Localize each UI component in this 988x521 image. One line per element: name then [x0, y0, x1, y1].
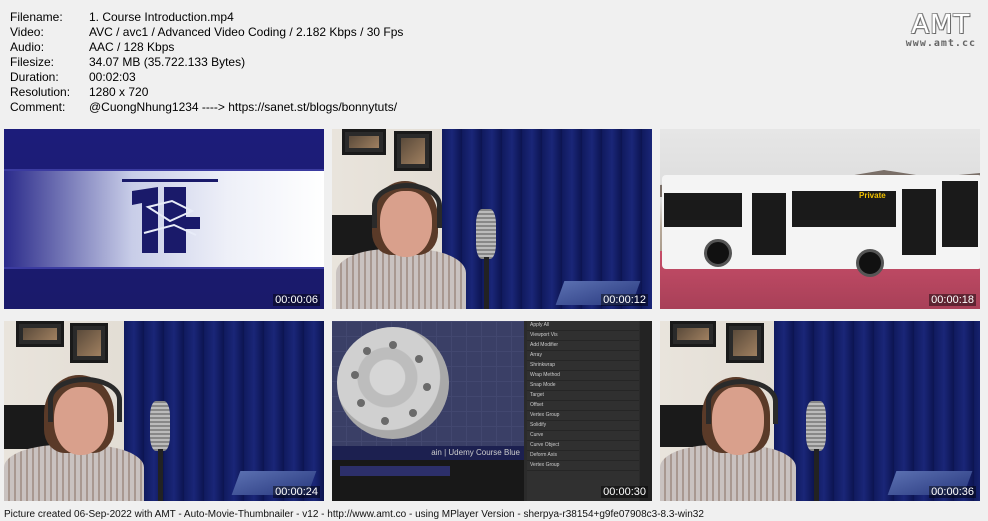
- mic-stand: [814, 449, 819, 501]
- info-key: Filename:: [10, 10, 63, 24]
- headphones: [372, 183, 442, 228]
- mic-stand: [158, 449, 163, 501]
- intro-logo-icon: [122, 179, 218, 253]
- footer-credit: Picture created 06-Sep-2022 with AMT - A…: [4, 509, 704, 520]
- properties-tabs[interactable]: [640, 321, 652, 501]
- modifier-row[interactable]: Add Modifier: [527, 341, 639, 351]
- modifier-row[interactable]: Wrap Method: [527, 371, 639, 381]
- info-value: AAC / 128 Kbps: [89, 40, 175, 54]
- mic-stand: [484, 257, 489, 309]
- microphone: [476, 209, 496, 259]
- logo-text: AMT: [911, 10, 971, 40]
- bus-door: [902, 189, 936, 255]
- thumbnail-5[interactable]: ain | Udemy Course Blue Apply All Viewpo…: [332, 321, 652, 501]
- modifier-row[interactable]: Viewport Vis: [527, 331, 639, 341]
- timestamp: 00:00:06: [273, 294, 320, 306]
- bus-wheel: [856, 249, 884, 277]
- shirt: [336, 249, 466, 309]
- modifier-row[interactable]: Snap Mode: [527, 381, 639, 391]
- info-value: 34.07 MB (35.722.133 Bytes): [89, 55, 246, 69]
- info-value: 1280 x 720: [89, 85, 149, 99]
- modifier-row[interactable]: Apply All: [527, 321, 639, 331]
- info-key: Filesize:: [10, 55, 55, 69]
- info-row-filesize: Filesize: 34.07 MB (35.722.133 Bytes): [10, 55, 403, 70]
- microphone: [150, 401, 170, 451]
- course-banner: ain | Udemy Course Blue: [332, 446, 524, 460]
- picture-frame: [394, 131, 432, 171]
- info-value: 1. Course Introduction.mp4: [89, 10, 234, 24]
- thumbnail-2[interactable]: 00:00:12: [332, 129, 652, 309]
- wheel-model: [337, 327, 449, 439]
- bus-windshield: [942, 181, 978, 247]
- info-value: 00:02:03: [89, 70, 136, 84]
- timestamp: 00:00:36: [929, 486, 976, 498]
- modifier-row[interactable]: Solidify: [527, 421, 639, 431]
- divider: [4, 169, 324, 171]
- modifier-row[interactable]: Vertex Group: [527, 411, 639, 421]
- modifier-row[interactable]: Curve Object: [527, 441, 639, 451]
- modifier-row[interactable]: Offset: [527, 401, 639, 411]
- modifier-row[interactable]: Vertex Group: [527, 461, 639, 471]
- info-row-filename: Filename: 1. Course Introduction.mp4: [10, 10, 403, 25]
- microphone: [806, 401, 826, 451]
- modifier-row[interactable]: Deform Axis: [527, 451, 639, 461]
- info-row-audio: Audio: AAC / 128 Kbps: [10, 40, 403, 55]
- picture-frame: [70, 323, 108, 363]
- bus-wheel: [704, 239, 732, 267]
- timestamp: 00:00:30: [601, 486, 648, 498]
- file-info: Filename: 1. Course Introduction.mp4 Vide…: [10, 10, 403, 115]
- headphones: [48, 377, 122, 422]
- picture-frame: [670, 321, 716, 347]
- timestamp: 00:00:12: [601, 294, 648, 306]
- info-key: Duration:: [10, 70, 59, 84]
- info-value: AVC / avc1 / Advanced Video Coding / 2.1…: [89, 25, 404, 39]
- bus-label: Private: [859, 191, 886, 200]
- timeline: [332, 460, 524, 501]
- info-key: Comment:: [10, 100, 66, 114]
- picture-frame: [726, 323, 764, 363]
- thumbnail-1[interactable]: 00:00:06: [4, 129, 324, 309]
- picture-frame: [16, 321, 64, 347]
- divider: [4, 267, 324, 269]
- info-row-resolution: Resolution: 1280 x 720: [10, 85, 403, 100]
- shirt: [660, 445, 796, 501]
- info-value: @CuongNhung1234 ----> https://sanet.st/b…: [89, 100, 398, 114]
- info-row-comment: Comment: @CuongNhung1234 ----> https://sa…: [10, 100, 403, 115]
- timestamp: 00:00:18: [929, 294, 976, 306]
- info-row-duration: Duration: 00:02:03: [10, 70, 403, 85]
- thumbnail-3[interactable]: Private 00:00:18: [660, 129, 980, 309]
- picture-frame: [342, 129, 386, 155]
- monitor: [660, 405, 708, 447]
- modifier-row[interactable]: Curve: [527, 431, 639, 441]
- info-key: Resolution:: [10, 85, 71, 99]
- info-key: Video:: [10, 25, 44, 39]
- modifier-row[interactable]: Shrinkwrap: [527, 361, 639, 371]
- info-key: Audio:: [10, 40, 45, 54]
- modifier-panel: Apply All Viewport Vis Add Modifier Arra…: [527, 321, 639, 501]
- logo-url: www.amt.cc: [905, 38, 976, 49]
- bus-window: [664, 193, 742, 227]
- modifier-row[interactable]: Target: [527, 391, 639, 401]
- info-row-video: Video: AVC / avc1 / Advanced Video Coding…: [10, 25, 403, 40]
- amt-logo: AMT www.amt.cc: [906, 10, 976, 49]
- thumbnail-6[interactable]: 00:00:36: [660, 321, 980, 501]
- thumbnail-4[interactable]: 00:00:24: [4, 321, 324, 501]
- headphones: [706, 379, 778, 424]
- bus-door: [752, 193, 786, 255]
- modifier-row[interactable]: Array: [527, 351, 639, 361]
- timestamp: 00:00:24: [273, 486, 320, 498]
